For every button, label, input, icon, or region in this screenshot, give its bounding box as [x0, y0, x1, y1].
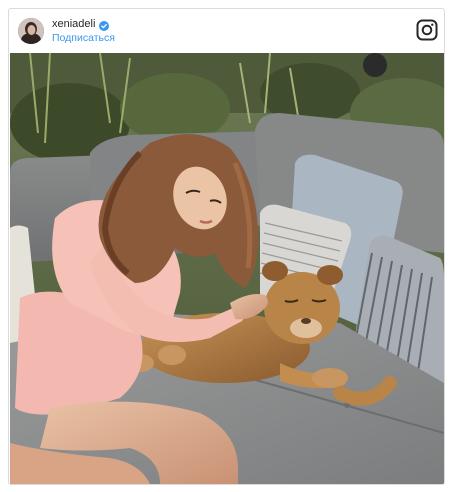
username-row: xeniadeli [52, 18, 115, 31]
post-photo[interactable] [10, 53, 444, 484]
user-block: xeniadeli Подписаться [52, 18, 115, 45]
username[interactable]: xeniadeli [52, 18, 95, 31]
instagram-embed-card: xeniadeli Подписаться [8, 8, 445, 485]
post-header: xeniadeli Подписаться [9, 9, 444, 52]
verified-badge-icon [99, 20, 110, 31]
follow-link[interactable]: Подписаться [52, 32, 115, 45]
avatar[interactable] [18, 18, 44, 44]
instagram-icon[interactable] [416, 19, 438, 41]
